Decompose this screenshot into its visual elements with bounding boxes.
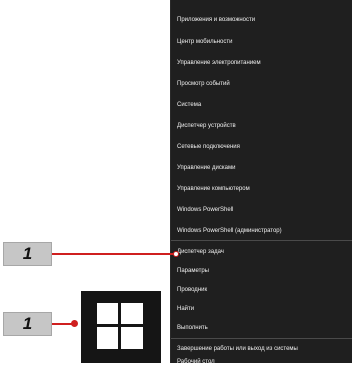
callout-badge-start: 1 xyxy=(3,312,52,336)
menu-item-system[interactable]: Система xyxy=(176,96,348,114)
menu-item-mobility-center[interactable]: Центр мобильности xyxy=(176,33,348,51)
menu-item-computer-management[interactable]: Управление компьютером xyxy=(176,180,348,198)
menu-separator xyxy=(171,338,352,339)
menu-item-power-options[interactable]: Управление электропитанием xyxy=(176,54,348,72)
menu-item-desktop[interactable]: Рабочий стол xyxy=(176,353,348,371)
menu-item-powershell-admin[interactable]: Windows PowerShell (администратор) xyxy=(176,222,348,240)
menu-item-event-viewer[interactable]: Просмотр событий xyxy=(176,75,348,93)
menu-item-powershell[interactable]: Windows PowerShell xyxy=(176,201,348,219)
menu-item-device-manager[interactable]: Диспетчер устройств xyxy=(176,117,348,135)
menu-item-apps-features[interactable]: Приложения и возможности xyxy=(176,11,348,29)
menu-item-task-manager[interactable]: Диспетчер задач xyxy=(176,243,348,261)
windows-logo-icon xyxy=(97,303,143,349)
callout-leader-line xyxy=(52,253,175,255)
menu-item-settings[interactable]: Параметры xyxy=(176,262,348,280)
callout-dot xyxy=(71,320,78,327)
callout-number: 1 xyxy=(22,314,33,333)
start-button[interactable] xyxy=(81,291,161,363)
menu-separator xyxy=(171,240,352,241)
menu-item-search[interactable]: Найти xyxy=(176,300,348,318)
menu-item-file-explorer[interactable]: Проводник xyxy=(176,281,348,299)
callout-number: 1 xyxy=(22,244,33,263)
callout-badge-settings: 1 xyxy=(3,242,52,266)
winx-power-user-menu: Приложения и возможности Центр мобильнос… xyxy=(170,0,352,365)
menu-item-network-connections[interactable]: Сетевые подключения xyxy=(176,138,348,156)
callout-pointer xyxy=(174,252,178,256)
menu-item-run[interactable]: Выполнить xyxy=(176,319,348,337)
menu-item-disk-management[interactable]: Управление дисками xyxy=(176,159,348,177)
